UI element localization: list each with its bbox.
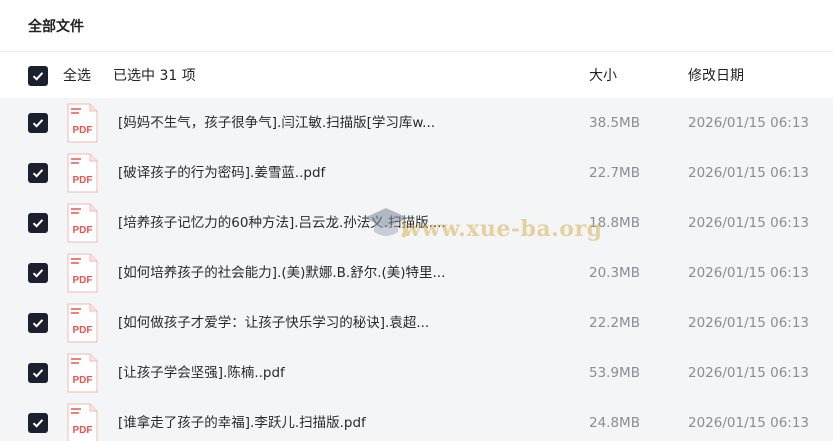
- checkmark-icon: [32, 269, 44, 278]
- file-row[interactable]: PDF [谁拿走了孩子的幸福].李跃儿.扫描版.pdf 24.8MB 2026/…: [0, 398, 833, 441]
- file-name[interactable]: [如何培养孩子的社会能力].(美)默娜.B.舒尔.(美)特里...: [118, 263, 468, 283]
- pdf-icon-label: PDF: [73, 325, 93, 336]
- file-size: 22.7MB: [589, 165, 640, 181]
- file-name[interactable]: [如何做孩子才爱学：让孩子快乐学习的秘诀].袁超...: [118, 313, 468, 333]
- file-date: 2026/01/15 06:13: [688, 215, 810, 231]
- file-list: PDF [妈妈不生气，孩子很争气].闫江敏.扫描版[学习库w... 38.5MB…: [0, 98, 833, 441]
- pdf-icon-label: PDF: [73, 275, 93, 286]
- pdf-icon: PDF: [67, 353, 98, 393]
- checkmark-icon: [32, 219, 44, 228]
- row-checkbox[interactable]: [28, 263, 48, 283]
- checkmark-icon: [32, 169, 44, 178]
- row-checkbox[interactable]: [28, 313, 48, 333]
- pdf-icon: PDF: [67, 403, 98, 441]
- file-row[interactable]: PDF [妈妈不生气，孩子很争气].闫江敏.扫描版[学习库w... 38.5MB…: [0, 98, 833, 148]
- checkmark-icon: [32, 319, 44, 328]
- checkmark-icon: [32, 119, 44, 128]
- file-date: 2026/01/15 06:13: [688, 415, 810, 431]
- file-name[interactable]: [破译孩子的行为密码].姜雪蓝..pdf: [118, 163, 468, 183]
- column-header-size[interactable]: 大小: [589, 66, 617, 86]
- file-size: 38.5MB: [589, 115, 640, 131]
- list-header: 全选 已选中 31 项 大小 修改日期: [0, 52, 833, 98]
- checkmark-icon: [32, 419, 44, 428]
- pdf-icon-label: PDF: [73, 125, 93, 136]
- file-date: 2026/01/15 06:13: [688, 365, 810, 381]
- checkmark-icon: [32, 72, 44, 81]
- checkmark-icon: [32, 369, 44, 378]
- pdf-icon-label: PDF: [73, 425, 93, 436]
- file-manager-page: 全部文件 全选 已选中 31 项 大小 修改日期 PDF [妈妈不生气，孩子很争…: [0, 0, 833, 441]
- row-checkbox[interactable]: [28, 213, 48, 233]
- pdf-icon-label: PDF: [73, 375, 93, 386]
- file-size: 22.2MB: [589, 315, 640, 331]
- file-date: 2026/01/15 06:13: [688, 165, 810, 181]
- pdf-icon: PDF: [67, 203, 98, 243]
- title-bar: 全部文件: [0, 0, 833, 52]
- file-size: 53.9MB: [589, 365, 640, 381]
- file-name[interactable]: [让孩子学会坚强].陈楠..pdf: [118, 363, 468, 383]
- file-name[interactable]: [谁拿走了孩子的幸福].李跃儿.扫描版.pdf: [118, 413, 468, 433]
- file-date: 2026/01/15 06:13: [688, 115, 810, 131]
- file-size: 24.8MB: [589, 415, 640, 431]
- pdf-icon-label: PDF: [73, 225, 93, 236]
- row-checkbox[interactable]: [28, 113, 48, 133]
- pdf-icon: PDF: [67, 153, 98, 193]
- file-date: 2026/01/15 06:13: [688, 265, 810, 281]
- file-row[interactable]: PDF [如何做孩子才爱学：让孩子快乐学习的秘诀].袁超... 22.2MB 2…: [0, 298, 833, 348]
- select-all-checkbox[interactable]: [28, 66, 48, 86]
- file-row[interactable]: PDF [培养孩子记忆力的60种方法].吕云龙.孙法义.扫描版.... 18.8…: [0, 198, 833, 248]
- selected-count: 已选中 31 项: [113, 68, 196, 84]
- file-row[interactable]: PDF [让孩子学会坚强].陈楠..pdf 53.9MB 2026/01/15 …: [0, 348, 833, 398]
- pdf-icon: PDF: [67, 253, 98, 293]
- pdf-icon: PDF: [67, 103, 98, 143]
- pdf-icon-label: PDF: [73, 175, 93, 186]
- select-all-label[interactable]: 全选: [63, 66, 91, 86]
- file-name[interactable]: [妈妈不生气，孩子很争气].闫江敏.扫描版[学习库w...: [118, 113, 468, 133]
- pdf-icon: PDF: [67, 303, 98, 343]
- file-date: 2026/01/15 06:13: [688, 315, 810, 331]
- row-checkbox[interactable]: [28, 363, 48, 383]
- file-name[interactable]: [培养孩子记忆力的60种方法].吕云龙.孙法义.扫描版....: [118, 213, 468, 233]
- column-header-date[interactable]: 修改日期: [688, 66, 744, 86]
- file-size: 20.3MB: [589, 265, 640, 281]
- page-title: 全部文件: [28, 19, 84, 35]
- file-row[interactable]: PDF [破译孩子的行为密码].姜雪蓝..pdf 22.7MB 2026/01/…: [0, 148, 833, 198]
- row-checkbox[interactable]: [28, 163, 48, 183]
- file-row[interactable]: PDF [如何培养孩子的社会能力].(美)默娜.B.舒尔.(美)特里... 20…: [0, 248, 833, 298]
- file-size: 18.8MB: [589, 215, 640, 231]
- row-checkbox[interactable]: [28, 413, 48, 433]
